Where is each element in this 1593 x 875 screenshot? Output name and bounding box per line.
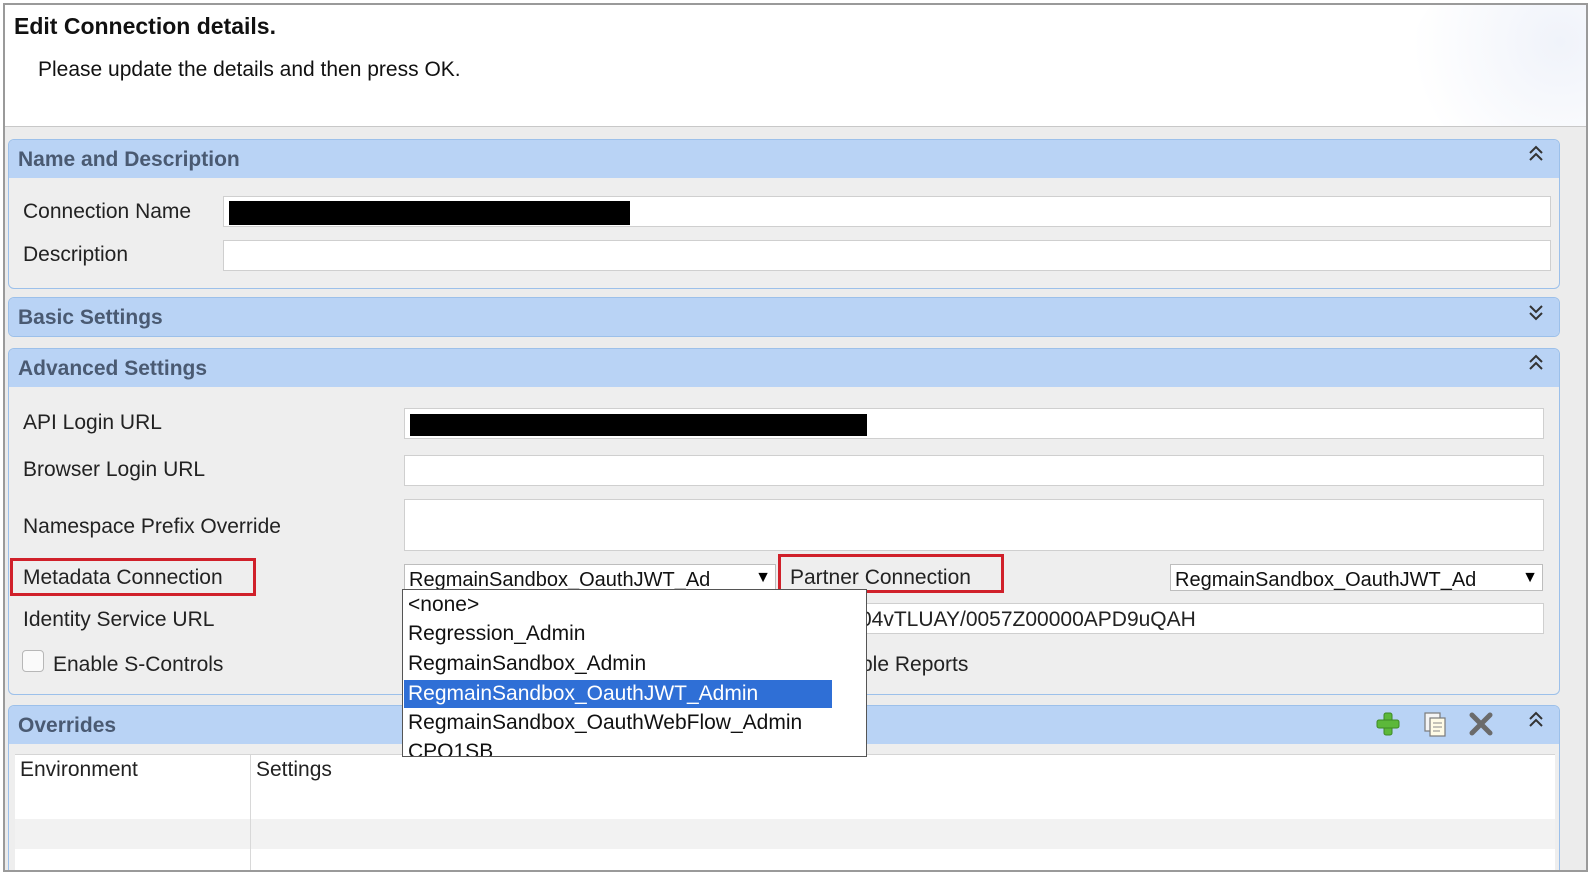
dialog-title: Edit Connection details.: [14, 13, 276, 39]
section-title: Basic Settings: [18, 306, 163, 329]
section-title: Advanced Settings: [18, 357, 208, 380]
expand-chevron-icon[interactable]: [1527, 302, 1545, 328]
collapse-chevron-icon[interactable]: [1527, 353, 1545, 379]
browser-login-url-label: Browser Login URL: [23, 458, 206, 481]
collapse-chevron-icon[interactable]: [1527, 144, 1545, 170]
section-name-description: Name and Description Connection Name Des…: [8, 139, 1560, 289]
delete-icon[interactable]: [1467, 710, 1497, 740]
header-decoration: [1406, 5, 1586, 126]
dropdown-option[interactable]: <none>: [404, 591, 479, 619]
dropdown-option-selected[interactable]: RegmainSandbox_OauthJWT_Admin: [404, 680, 832, 708]
section-header-advanced-settings[interactable]: Advanced Settings: [9, 349, 1559, 387]
collapse-chevron-icon[interactable]: [1527, 710, 1545, 736]
copy-icon[interactable]: [1421, 710, 1451, 740]
enable-scontrols-checkbox[interactable]: [22, 650, 44, 672]
description-input[interactable]: [223, 240, 1551, 271]
identity-service-url-label: Identity Service URL: [23, 608, 215, 631]
section-header-basic-settings[interactable]: Basic Settings: [9, 298, 1559, 336]
highlight-box-metadata: [10, 558, 256, 596]
metadata-connection-dropdown-list[interactable]: <none> Regression_Admin RegmainSandbox_A…: [402, 589, 867, 757]
identity-service-url-value: 04vTLUAY/0057Z00000APD9uQAH: [860, 608, 1196, 631]
description-label: Description: [23, 243, 129, 266]
namespace-prefix-input[interactable]: [404, 499, 1544, 551]
partner-connection-value: RegmainSandbox_OauthJWT_Ad: [1175, 569, 1477, 591]
column-divider: [250, 755, 251, 870]
table-row[interactable]: [15, 789, 1555, 819]
api-login-url-label: API Login URL: [23, 411, 162, 434]
dropdown-arrow-icon[interactable]: ▼: [751, 565, 775, 590]
add-icon[interactable]: [1374, 710, 1404, 740]
table-row[interactable]: [15, 819, 1555, 849]
redacted-value: [229, 201, 630, 225]
table-row[interactable]: [15, 849, 1555, 870]
section-title: Overrides: [18, 714, 117, 737]
section-title: Name and Description: [18, 148, 240, 171]
connection-name-input[interactable]: [223, 196, 1551, 227]
namespace-prefix-label: Namespace Prefix Override: [23, 515, 281, 538]
overrides-table: Environment Settings: [15, 754, 1555, 870]
redacted-value: [410, 414, 867, 436]
dropdown-option[interactable]: RegmainSandbox_OauthWebFlow_Admin: [404, 709, 802, 737]
partner-connection-select[interactable]: RegmainSandbox_OauthJWT_Ad ▼: [1170, 564, 1543, 591]
reports-checkbox-label: ble Reports: [861, 653, 969, 676]
metadata-connection-value: RegmainSandbox_OauthJWT_Ad: [409, 569, 711, 591]
column-header-settings[interactable]: Settings: [256, 758, 332, 782]
section-header-name-description[interactable]: Name and Description: [9, 140, 1559, 178]
dropdown-arrow-icon[interactable]: ▼: [1518, 565, 1542, 590]
metadata-connection-select[interactable]: RegmainSandbox_OauthJWT_Ad ▼: [404, 564, 776, 591]
dropdown-option[interactable]: Regression_Admin: [404, 620, 585, 648]
dropdown-option[interactable]: CPQ1SB: [404, 738, 493, 756]
dialog-header: Edit Connection details. Please update t…: [5, 5, 1586, 127]
enable-scontrols-label: Enable S-Controls: [53, 653, 224, 676]
column-header-environment[interactable]: Environment: [20, 758, 138, 782]
connection-name-label: Connection Name: [23, 200, 192, 223]
section-basic-settings: Basic Settings: [8, 297, 1560, 337]
edit-connection-dialog: Edit Connection details. Please update t…: [3, 3, 1588, 872]
dropdown-option[interactable]: RegmainSandbox_Admin: [404, 650, 646, 678]
api-login-url-input[interactable]: [404, 408, 1544, 439]
highlight-box-partner: [778, 554, 1004, 593]
dialog-subtitle: Please update the details and then press…: [38, 58, 461, 81]
browser-login-url-input[interactable]: [404, 455, 1544, 486]
